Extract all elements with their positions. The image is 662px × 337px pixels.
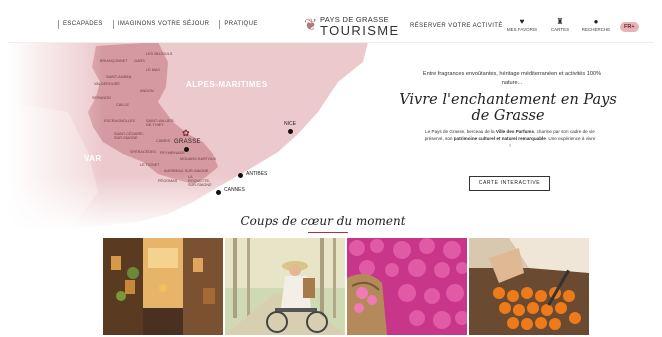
- nav-pratique[interactable]: Pratique: [219, 20, 267, 29]
- language-selector[interactable]: FR+: [620, 22, 639, 32]
- grasse-label[interactable]: Grasse: [174, 139, 201, 145]
- town-label: Andon: [140, 89, 154, 93]
- town-label: Escragnolles: [104, 119, 136, 123]
- search-icon: ●: [593, 17, 599, 26]
- town-label: Cabris: [156, 139, 171, 143]
- town-label: Saint-Auban: [106, 75, 132, 79]
- card-oranges[interactable]: [469, 238, 589, 335]
- title-underline: [308, 232, 348, 233]
- desc-bold-patrimoine: patrimoine culturel et naturel remarquab…: [453, 136, 546, 141]
- region-var-label: VAR: [84, 154, 102, 163]
- town-label: Peymeinade: [160, 151, 185, 155]
- town-label: Le Mas: [146, 68, 160, 72]
- card-roses[interactable]: [347, 238, 467, 335]
- nav-escapades[interactable]: Escapades: [58, 20, 113, 29]
- town-label: Valderoure: [94, 82, 120, 86]
- page: Escapades Imaginons votre séjour Pratiqu…: [8, 8, 654, 335]
- recherche-label: Recherche: [581, 27, 611, 32]
- roses-image: [347, 238, 467, 335]
- card-old-town[interactable]: [103, 238, 223, 335]
- town-label: Spéracèdes: [130, 150, 156, 154]
- intro-text: Entre fragrances envoûtantes, héritage m…: [422, 71, 602, 86]
- town-label: Mouans-Sartoux: [180, 157, 217, 161]
- main-title: Vivre l'enchantement en Pays de Grasse: [399, 92, 617, 124]
- coups-de-coeur-title: Coups de cœur du moment: [240, 214, 406, 228]
- favoris-label: Mes favoris: [506, 27, 538, 32]
- cartes-label: Cartes: [550, 27, 570, 32]
- grasse-flower-icon: ✿: [182, 128, 190, 138]
- nav-imaginons[interactable]: Imaginons votre séjour: [112, 20, 219, 29]
- town-label: Saint-Cézaire-sur-Siagne: [114, 132, 144, 140]
- territory-map[interactable]: Les Mujouls Briançonnet Gars Le Mas Sain…: [8, 42, 388, 232]
- carte-interactive-button[interactable]: Carte interactive: [469, 176, 550, 191]
- desc-part: Le Pays de Grasse, berceau de la: [425, 129, 496, 134]
- map-pin-icon: ♜: [556, 17, 564, 26]
- antibes-dot: [238, 173, 243, 178]
- region-alpes-label: ALPES-MARITIMES: [186, 80, 268, 89]
- description-text: Le Pays de Grasse, berceau de la Ville d…: [424, 128, 596, 149]
- site-header: Escapades Imaginons votre séjour Pratiqu…: [8, 8, 654, 43]
- desc-bold-villes: Ville des Parfums: [495, 129, 535, 134]
- town-label: Caille: [116, 103, 130, 107]
- town-label: La Roquette-sur-Siagne: [188, 175, 212, 187]
- city-antibes[interactable]: Antibes: [246, 171, 267, 177]
- town-label: Saint-Vallier-de-Thiey: [146, 119, 175, 127]
- logo-text-bottom: Tourisme: [320, 23, 400, 38]
- town-label: Gars: [134, 59, 145, 63]
- coups-de-coeur-cards: [103, 238, 589, 335]
- city-cannes[interactable]: Cannes: [224, 187, 245, 193]
- town-label: Les Mujouls: [146, 52, 173, 56]
- town-label: Briançonnet: [100, 59, 128, 63]
- city-nice[interactable]: Nice: [284, 121, 296, 127]
- fleur-emblem-icon: ❦: [304, 15, 318, 34]
- cartes-button[interactable]: ♜ Cartes: [542, 17, 578, 32]
- card-cyclist[interactable]: [225, 238, 345, 335]
- grasse-dot: [184, 147, 189, 152]
- recherche-button[interactable]: ● Recherche: [578, 17, 614, 32]
- favoris-button[interactable]: ♥ Mes favoris: [504, 17, 540, 32]
- cyclist-image: [225, 238, 345, 335]
- town-label: Pégomas: [158, 179, 178, 183]
- town-label: Le Tignet: [140, 163, 160, 167]
- nice-dot: [288, 129, 293, 134]
- town-label: Séranon: [92, 96, 111, 100]
- old-town-image: [103, 238, 223, 335]
- town-label: Auribeau-sur-Siagne: [164, 169, 209, 173]
- site-logo[interactable]: ❦ Pays de Grasse Tourisme: [302, 12, 412, 40]
- map-shape: [8, 42, 388, 232]
- oranges-image: [469, 238, 589, 335]
- reserve-activity-link[interactable]: Réserver votre activité: [410, 23, 503, 29]
- main-nav: Escapades Imaginons votre séjour Pratiqu…: [58, 20, 268, 29]
- cannes-dot: [216, 190, 221, 195]
- heart-icon: ♥: [519, 17, 525, 26]
